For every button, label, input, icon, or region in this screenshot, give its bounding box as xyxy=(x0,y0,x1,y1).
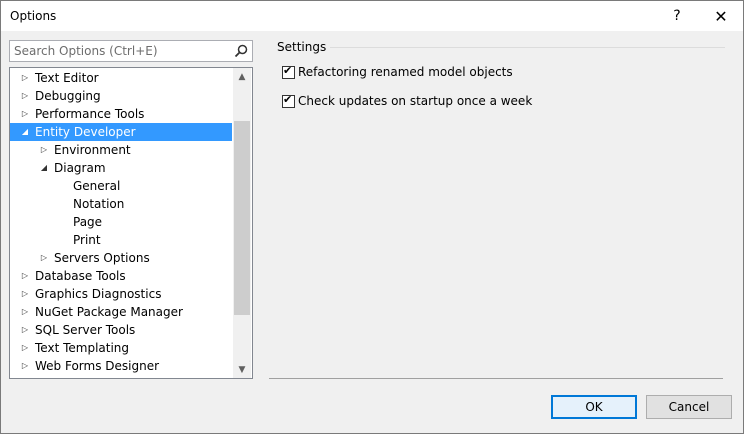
settings-group: Settings xyxy=(277,40,725,54)
tree-item[interactable]: ▷ Database Tools xyxy=(10,267,232,285)
checkmark-icon: ✔ xyxy=(283,92,293,106)
dialog-body: ▷ Text Editor ▷ Debugging ▷ Performance Tools… xyxy=(1,31,743,433)
tree-item[interactable]: ◢ Entity Developer xyxy=(10,123,232,141)
tree-item-label: Servers Options xyxy=(54,251,150,265)
tree-item-label: Page xyxy=(73,215,103,229)
tree-item[interactable]: ▷ Performance Tools xyxy=(10,105,232,123)
expand-arrow-icon[interactable]: ▷ xyxy=(20,321,30,339)
collapse-arrow-icon[interactable]: ◢ xyxy=(20,123,30,141)
tree-item[interactable]: Print xyxy=(10,231,232,249)
settings-group-label: Settings xyxy=(277,40,331,54)
tree-item[interactable]: Page xyxy=(10,213,232,231)
expand-arrow-icon[interactable]: ▷ xyxy=(20,87,30,105)
expand-arrow-icon[interactable]: ▷ xyxy=(39,249,49,267)
tree-item[interactable]: ◢ Diagram xyxy=(10,159,232,177)
title-bar[interactable]: Options ? ✕ xyxy=(1,1,743,31)
tree-item[interactable]: ▷ Text Editor xyxy=(10,69,232,87)
refactoring-label[interactable]: Refactoring renamed model objects xyxy=(298,65,513,79)
expand-arrow-icon[interactable]: ▷ xyxy=(20,105,30,123)
tree-item-label: Diagram xyxy=(54,161,106,175)
window-title: Options xyxy=(10,9,57,23)
tree-item[interactable]: ▷ SQL Server Tools xyxy=(10,321,232,339)
tree-item[interactable]: ▷ Servers Options xyxy=(10,249,232,267)
scroll-thumb[interactable] xyxy=(234,121,250,315)
check-updates-checkbox[interactable]: ✔ xyxy=(282,92,295,108)
scroll-up-icon[interactable]: ▲ xyxy=(233,68,251,85)
collapse-arrow-icon[interactable]: ◢ xyxy=(39,159,49,177)
expand-arrow-icon[interactable]: ▷ xyxy=(20,303,30,321)
expand-arrow-icon[interactable]: ▷ xyxy=(20,285,30,303)
options-dialog: Options ? ✕ ▷ Text Editor ▷ Debugging ▷ Perfo… xyxy=(0,0,744,434)
check-updates-option[interactable]: ✔ Check updates on startup once a week xyxy=(282,93,532,109)
search-input[interactable] xyxy=(10,41,230,61)
settings-divider xyxy=(321,47,725,48)
expand-arrow-icon[interactable]: ▷ xyxy=(39,141,49,159)
scroll-down-icon[interactable]: ▼ xyxy=(233,361,251,378)
tree-item-label: General xyxy=(73,179,121,193)
tree-item-label: Web Performance Test Tools xyxy=(35,375,202,378)
options-tree[interactable]: ▷ Text Editor ▷ Debugging ▷ Performance Tools… xyxy=(9,67,253,379)
tree-item-label: Text Editor xyxy=(35,71,99,85)
tree-item-label: Text Templating xyxy=(35,341,130,355)
search-icon[interactable] xyxy=(234,44,248,58)
tree-item[interactable]: ▷ Web Performance Test Tools xyxy=(10,375,232,378)
tree-item-label: Debugging xyxy=(35,89,101,103)
footer-divider xyxy=(269,378,723,379)
help-button[interactable]: ? xyxy=(655,1,699,31)
tree-item-label: Web Forms Designer xyxy=(35,359,160,373)
expand-arrow-icon[interactable]: ▷ xyxy=(20,339,30,357)
tree-item-label: Entity Developer xyxy=(35,125,136,139)
expand-arrow-icon[interactable]: ▷ xyxy=(20,375,30,378)
checkmark-icon: ✔ xyxy=(283,63,293,77)
tree-item[interactable]: ▷ Web Forms Designer xyxy=(10,357,232,375)
tree-scrollbar[interactable]: ▲ ▼ xyxy=(233,68,251,378)
tree-item-label: Notation xyxy=(73,197,125,211)
ok-button[interactable]: OK xyxy=(551,395,637,419)
tree-item[interactable]: ▷ Graphics Diagnostics xyxy=(10,285,232,303)
refactoring-checkbox[interactable]: ✔ xyxy=(282,63,295,79)
expand-arrow-icon[interactable]: ▷ xyxy=(20,69,30,87)
tree-item[interactable]: Notation xyxy=(10,195,232,213)
tree-item-label: Print xyxy=(73,233,101,247)
tree-item[interactable]: ▷ Text Templating xyxy=(10,339,232,357)
tree-item-label: Database Tools xyxy=(35,269,126,283)
refactoring-option[interactable]: ✔ Refactoring renamed model objects xyxy=(282,64,513,80)
close-button[interactable]: ✕ xyxy=(699,1,743,31)
tree-item[interactable]: ▷ NuGet Package Manager xyxy=(10,303,232,321)
expand-arrow-icon[interactable]: ▷ xyxy=(20,267,30,285)
tree-item-label: Performance Tools xyxy=(35,107,145,121)
tree-item-label: NuGet Package Manager xyxy=(35,305,183,319)
cancel-button[interactable]: Cancel xyxy=(646,395,732,419)
check-updates-label[interactable]: Check updates on startup once a week xyxy=(298,94,532,108)
expand-arrow-icon[interactable]: ▷ xyxy=(20,357,30,375)
tree-item[interactable]: ▷ Debugging xyxy=(10,87,232,105)
tree-item-label: Environment xyxy=(54,143,131,157)
tree-item[interactable]: ▷ Environment xyxy=(10,141,232,159)
tree-item-label: Graphics Diagnostics xyxy=(35,287,162,301)
tree-item[interactable]: General xyxy=(10,177,232,195)
tree-item-label: SQL Server Tools xyxy=(35,323,136,337)
search-box[interactable] xyxy=(9,40,253,62)
